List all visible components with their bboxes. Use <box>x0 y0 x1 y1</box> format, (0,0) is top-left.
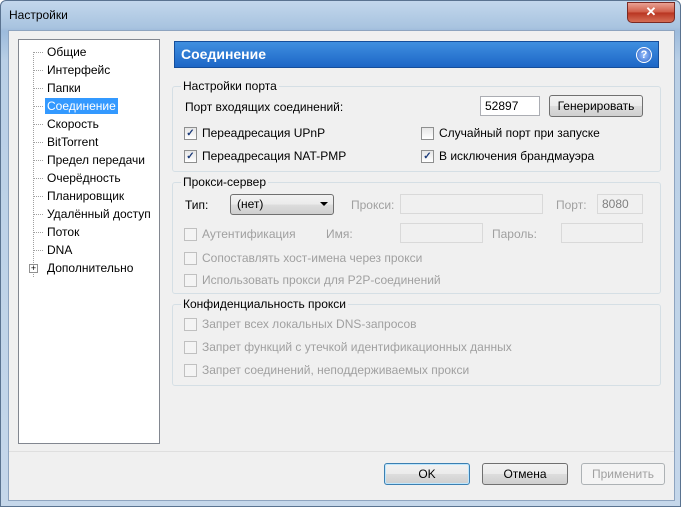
sidebar-item-streaming[interactable]: Поток <box>45 224 81 240</box>
expand-icon[interactable]: + <box>29 264 38 273</box>
incoming-port-label: Порт входящих соединений: <box>185 100 344 114</box>
tree-connector <box>33 142 43 143</box>
resolve-hostnames-checkbox[interactable] <box>184 252 197 265</box>
proxy-type-label: Тип: <box>185 198 209 212</box>
tree-connector <box>33 250 43 251</box>
tree-connector <box>33 106 43 107</box>
footer-divider <box>9 451 674 452</box>
help-icon[interactable]: ? <box>636 47 652 63</box>
proxy-auth-checkbox[interactable] <box>184 228 197 241</box>
proxy-p2p-checkbox[interactable] <box>184 274 197 287</box>
proxy-p2p-label: Использовать прокси для P2P-соединений <box>202 273 441 287</box>
title-bar[interactable]: Настройки ✕ <box>1 1 680 31</box>
sidebar-item-advanced[interactable]: Дополнительно <box>45 260 135 276</box>
natpmp-checkbox[interactable]: ✓ <box>184 150 197 163</box>
random-port-checkbox[interactable] <box>421 127 434 140</box>
tree-line <box>33 52 34 277</box>
ok-button[interactable]: OK <box>384 463 470 485</box>
sidebar-item-folders[interactable]: Папки <box>45 80 83 96</box>
unsupported-connections-label: Запрет соединений, неподдерживаемых прок… <box>202 363 470 377</box>
window-title: Настройки <box>9 8 68 22</box>
tree-connector <box>33 124 43 125</box>
firewall-checkbox[interactable]: ✓ <box>421 150 434 163</box>
sidebar-item-speed[interactable]: Скорость <box>45 116 101 132</box>
identity-leak-checkbox[interactable] <box>184 341 197 354</box>
tree-connector <box>33 196 43 197</box>
sidebar-item-dna[interactable]: DNA <box>45 242 74 258</box>
tree-connector <box>33 88 43 89</box>
proxy-host-label: Прокси: <box>351 198 395 212</box>
sidebar-item-queueing[interactable]: Очерёдность <box>45 170 123 186</box>
tree-connector <box>33 178 43 179</box>
unsupported-connections-checkbox[interactable] <box>184 364 197 377</box>
proxy-password-input[interactable] <box>561 223 643 243</box>
sidebar-item-general[interactable]: Общие <box>45 44 88 60</box>
group-title: Прокси-сервер <box>181 175 268 189</box>
apply-button[interactable]: Применить <box>581 463 665 485</box>
upnp-label: Переадресация UPnP <box>202 126 326 140</box>
sidebar-item-transfer-cap[interactable]: Предел передачи <box>45 152 147 168</box>
sidebar-item-interface[interactable]: Интерфейс <box>45 62 112 78</box>
incoming-port-input[interactable]: 52897 <box>480 96 540 116</box>
settings-tree: Общие Интерфейс Папки Соединение Скорост… <box>18 39 160 444</box>
cancel-button[interactable]: Отмена <box>482 463 568 485</box>
proxy-host-input[interactable] <box>400 194 543 214</box>
proxy-username-label: Имя: <box>326 227 353 241</box>
proxy-port-label: Порт: <box>556 198 587 212</box>
sidebar-item-scheduler[interactable]: Планировщик <box>45 188 126 204</box>
identity-leak-label: Запрет функций с утечкой идентификационн… <box>202 340 512 354</box>
random-port-label: Случайный порт при запуске <box>439 126 600 140</box>
tree-connector <box>33 52 43 53</box>
tree-connector <box>33 232 43 233</box>
page-title: Соединение <box>181 46 267 62</box>
close-button[interactable]: ✕ <box>627 2 675 23</box>
tree-connector <box>33 214 43 215</box>
dialog-body: Общие Интерфейс Папки Соединение Скорост… <box>8 30 675 501</box>
proxy-password-label: Пароль: <box>492 227 537 241</box>
resolve-hostnames-label: Сопоставлять хост-имена через прокси <box>202 251 423 265</box>
port-settings-group: Настройки порта Порт входящих соединений… <box>172 79 661 172</box>
group-title: Настройки порта <box>181 79 279 93</box>
proxy-username-input[interactable] <box>400 223 483 243</box>
dns-queries-checkbox[interactable] <box>184 318 197 331</box>
group-title: Конфиденциальность прокси <box>181 297 348 311</box>
upnp-checkbox[interactable]: ✓ <box>184 127 197 140</box>
sidebar-item-remote[interactable]: Удалённый доступ <box>45 206 153 222</box>
sidebar-item-connection[interactable]: Соединение <box>45 98 118 114</box>
tree-connector <box>33 160 43 161</box>
section-header: Соединение ? <box>174 41 659 68</box>
firewall-label: В исключения брандмауэра <box>439 149 595 163</box>
proxy-privacy-group: Конфиденциальность прокси Запрет всех ло… <box>172 297 661 386</box>
natpmp-label: Переадресация NAT-PMP <box>202 149 347 163</box>
proxy-type-value: (нет) <box>237 197 264 211</box>
proxy-type-select[interactable]: (нет) <box>230 194 334 215</box>
chevron-down-icon <box>320 202 328 206</box>
settings-window: Настройки ✕ Общие Интерфейс Папки Соедин… <box>0 0 681 507</box>
proxy-auth-label: Аутентификация <box>202 227 296 241</box>
generate-button[interactable]: Генерировать <box>549 95 643 117</box>
dns-queries-label: Запрет всех локальных DNS-запросов <box>202 317 417 331</box>
tree-connector <box>33 70 43 71</box>
sidebar-item-bittorrent[interactable]: BitTorrent <box>45 134 100 150</box>
proxy-port-input[interactable]: 8080 <box>597 194 643 214</box>
proxy-group: Прокси-сервер Тип: (нет) Прокси: Порт: 8… <box>172 175 661 294</box>
